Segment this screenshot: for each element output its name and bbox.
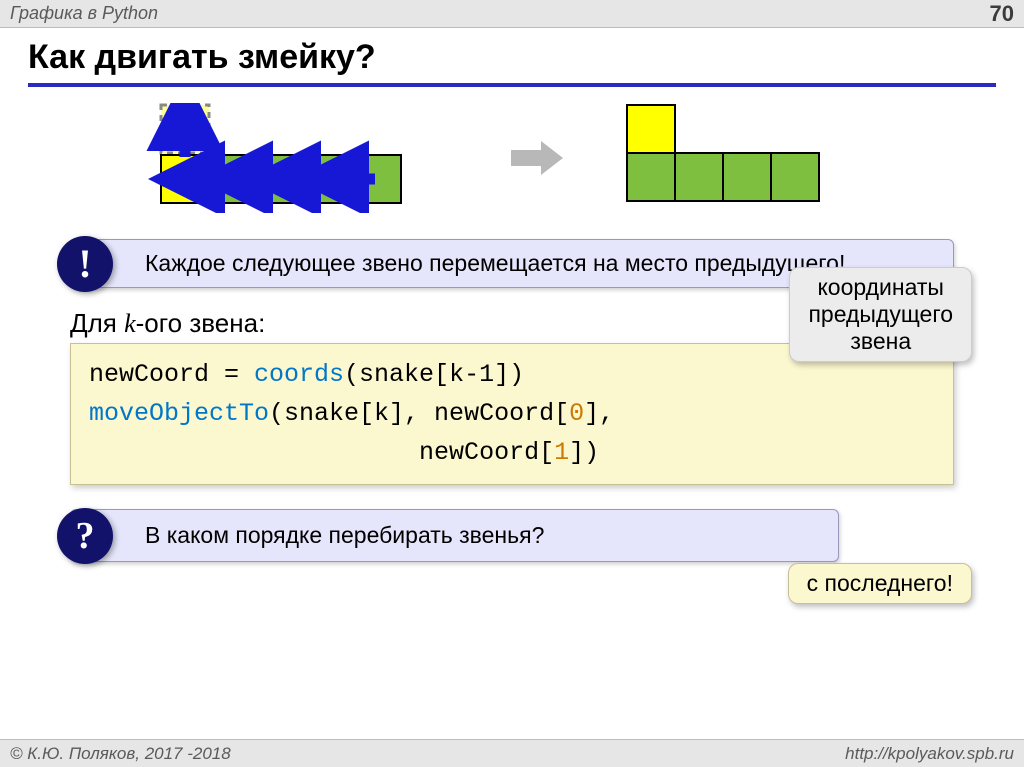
slide-header: Графика в Python 70 bbox=[0, 0, 1024, 28]
snake-diagram bbox=[50, 103, 974, 213]
subhead-prefix: Для bbox=[70, 308, 124, 338]
code-fn: coords bbox=[254, 360, 344, 389]
page-number: 70 bbox=[990, 1, 1014, 27]
code-text: newCoord = bbox=[89, 360, 254, 389]
slide-title: Как двигать змейку? bbox=[0, 28, 1024, 79]
annotation-coords: координаты предыдущего звена bbox=[789, 267, 972, 362]
annotation-line: координаты bbox=[817, 274, 944, 300]
code-num: 0 bbox=[569, 399, 584, 428]
code-num: 1 bbox=[554, 438, 569, 467]
header-topic: Графика в Python bbox=[10, 3, 158, 24]
snake-after-icon bbox=[607, 103, 897, 213]
info-callout-text: Каждое следующее звено перемещается на м… bbox=[145, 250, 845, 276]
code-box: newCoord = coords(snake[k-1]) moveObject… bbox=[70, 343, 954, 485]
annotation-line: предыдущего bbox=[808, 301, 953, 327]
code-fn: moveObjectTo bbox=[89, 399, 269, 428]
code-text: (snake[k-1]) bbox=[344, 360, 524, 389]
title-rule bbox=[28, 83, 996, 87]
code-text: ], bbox=[584, 399, 614, 428]
question-callout: ? В каком порядке перебирать звенья? bbox=[70, 509, 839, 562]
code-text: newCoord[ bbox=[89, 438, 554, 467]
question-text: В каком порядке перебирать звенья? bbox=[145, 522, 544, 548]
subhead-suffix: -ого звена: bbox=[136, 308, 266, 338]
code-area: координаты предыдущего звена newCoord = … bbox=[70, 343, 954, 485]
slide-footer: © К.Ю. Поляков, 2017 -2018 http://kpolya… bbox=[0, 739, 1024, 767]
subhead-var: k bbox=[124, 309, 136, 338]
code-text: (snake[k], newCoord[ bbox=[269, 399, 569, 428]
footer-copyright: © К.Ю. Поляков, 2017 -2018 bbox=[10, 744, 231, 764]
code-text: ]) bbox=[569, 438, 599, 467]
question-badge-icon: ? bbox=[57, 508, 113, 564]
answer-text: с последнего! bbox=[807, 570, 953, 596]
snake-before-icon bbox=[127, 103, 467, 213]
exclamation-badge-icon: ! bbox=[57, 236, 113, 292]
footer-url: http://kpolyakov.spb.ru bbox=[845, 744, 1014, 764]
annotation-line: звена bbox=[850, 328, 911, 354]
answer-note: с последнего! bbox=[788, 563, 972, 604]
transition-arrow-icon bbox=[507, 138, 567, 178]
question-area: ? В каком порядке перебирать звенья? с п… bbox=[0, 509, 1024, 562]
